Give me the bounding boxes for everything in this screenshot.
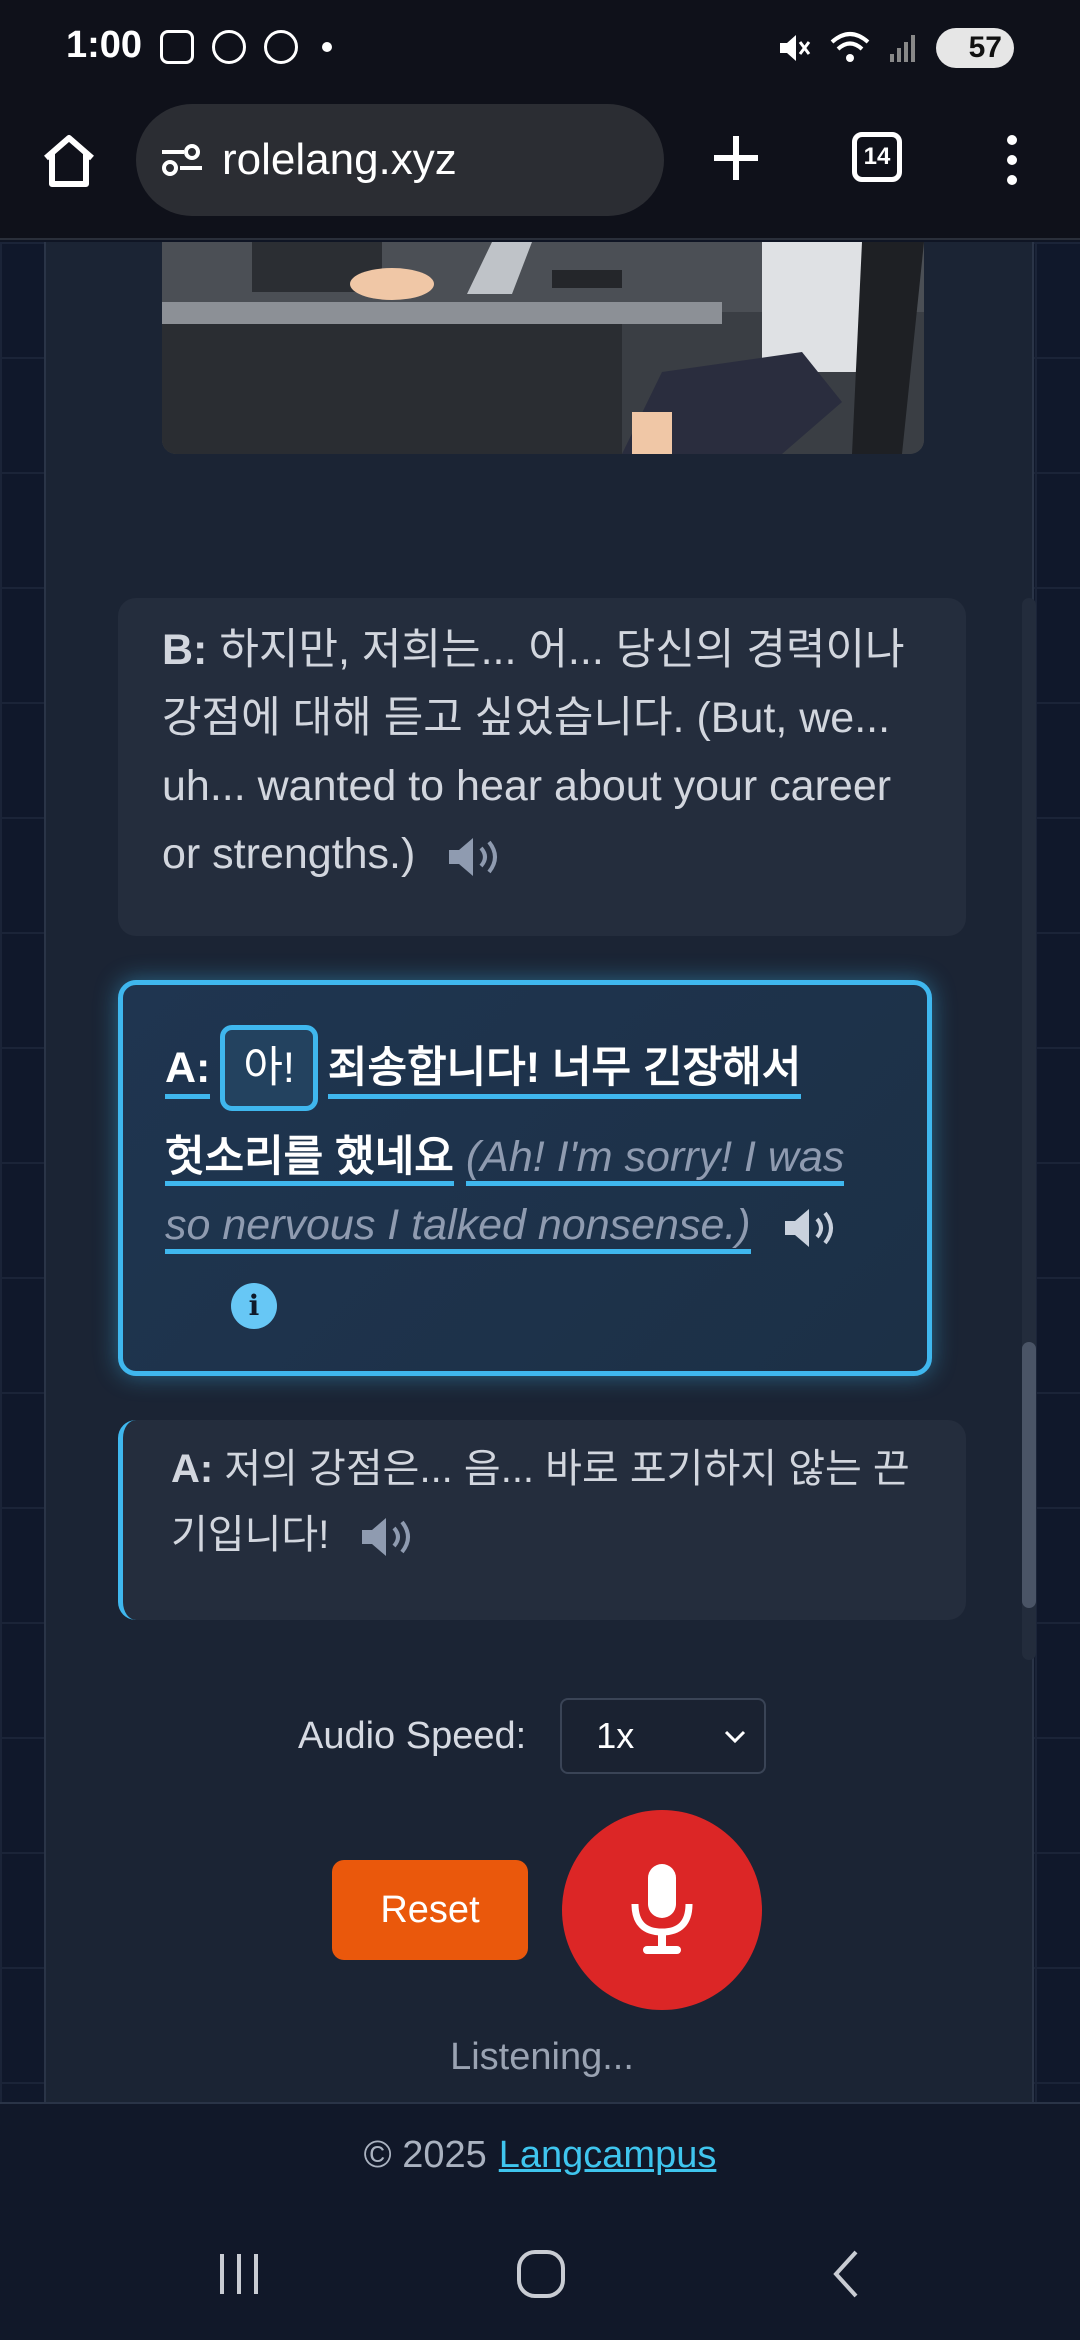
more-menu-icon[interactable] xyxy=(1000,130,1024,190)
status-time: 1:00 xyxy=(66,24,143,66)
speaker-play-icon[interactable] xyxy=(360,1516,420,1558)
home-nav-icon[interactable] xyxy=(514,2246,568,2302)
active-message-line2: 헛소리를 했네요 (Ah! I'm sorry! I was so nervou… xyxy=(165,1123,887,1259)
message-korean-continued: 헛소리를 했네요 xyxy=(165,1133,454,1186)
chevron-down-icon xyxy=(725,1730,746,1744)
address-bar[interactable]: rolelang.xyz xyxy=(136,104,664,216)
status-text: Listening... xyxy=(450,2036,634,2078)
tab-switcher-button[interactable]: 14 xyxy=(852,132,902,182)
back-icon[interactable] xyxy=(826,2246,866,2302)
chrome-icon xyxy=(212,30,246,64)
speaker-label: B: xyxy=(162,626,208,674)
home-icon[interactable] xyxy=(38,130,100,192)
dialogue-message-active[interactable]: A: 아! 죄송합니다! 너무 긴장해서 헛소리를 했네요 (Ah! I'm sor… xyxy=(118,980,932,1376)
new-tab-icon[interactable] xyxy=(706,128,766,188)
url-text: rolelang.xyz xyxy=(222,135,457,184)
reset-button[interactable]: Reset xyxy=(332,1860,528,1960)
speaker-play-icon[interactable] xyxy=(783,1207,843,1249)
copyright-text: © 2025 xyxy=(363,2133,487,2176)
browser-toolbar: rolelang.xyz 14 xyxy=(0,100,1080,240)
status-bar: 1:00 57 xyxy=(0,0,1080,100)
footer: © 2025 Langcampus xyxy=(0,2102,1080,2206)
notification-icons xyxy=(160,30,332,64)
speaker-play-icon[interactable] xyxy=(447,836,507,878)
audio-speed-row: Audio Speed: 1x xyxy=(298,1698,767,1774)
dialogue-message-a[interactable]: A: 저의 강점은... 음... 바로 포기하지 않는 끈기입니다! xyxy=(118,1420,966,1620)
audio-speed-label: Audio Speed: xyxy=(298,1714,527,1757)
microphone-icon xyxy=(631,1864,693,1954)
langcampus-link[interactable]: Langcampus xyxy=(499,2134,717,2177)
page-background: B: 하지만, 저희는... 어... 당신의 경력이나 강점에 대해 듣고 싶… xyxy=(0,242,1080,2102)
screenshot-icon xyxy=(160,30,194,64)
mute-icon xyxy=(780,35,811,61)
message-korean: 죄송합니다! 너무 긴장해서 xyxy=(327,1044,802,1099)
active-message-line1: A: 아! 죄송합니다! 너무 긴장해서 xyxy=(165,1025,802,1111)
audio-speed-select[interactable]: 1x xyxy=(560,1698,767,1774)
scene-illustration xyxy=(162,242,924,454)
chrome-icon xyxy=(264,30,298,64)
mic-button[interactable] xyxy=(562,1810,762,2010)
speaker-label: A: xyxy=(171,1447,214,1491)
battery-indicator: 57 xyxy=(936,28,1014,68)
signal-icon xyxy=(890,35,915,62)
scrollbar-thumb[interactable] xyxy=(1022,1342,1036,1608)
dialogue-list[interactable]: B: 하지만, 저희는... 어... 당신의 경력이나 강점에 대해 듣고 싶… xyxy=(118,598,1036,1660)
info-icon[interactable]: i xyxy=(231,1283,277,1329)
message-korean: 저의 강점은... 음... 바로 포기하지 않는 끈기입니다! xyxy=(171,1447,910,1557)
audio-speed-value: 1x xyxy=(596,1715,635,1756)
site-settings-icon[interactable] xyxy=(160,140,204,180)
speaker-label: A: xyxy=(165,1044,211,1099)
roleplay-card: B: 하지만, 저희는... 어... 당신의 경력이나 강점에 대해 듣고 싶… xyxy=(44,242,1036,2102)
wifi-icon xyxy=(830,32,870,62)
highlighted-word[interactable]: 아! xyxy=(220,1025,318,1111)
system-nav-bar xyxy=(0,2206,1080,2340)
system-icons: 57 xyxy=(776,28,1014,68)
dialogue-message-b[interactable]: B: 하지만, 저희는... 어... 당신의 경력이나 강점에 대해 듣고 싶… xyxy=(118,598,966,936)
recent-apps-icon[interactable] xyxy=(214,2246,264,2302)
more-notifications-icon xyxy=(322,42,332,52)
